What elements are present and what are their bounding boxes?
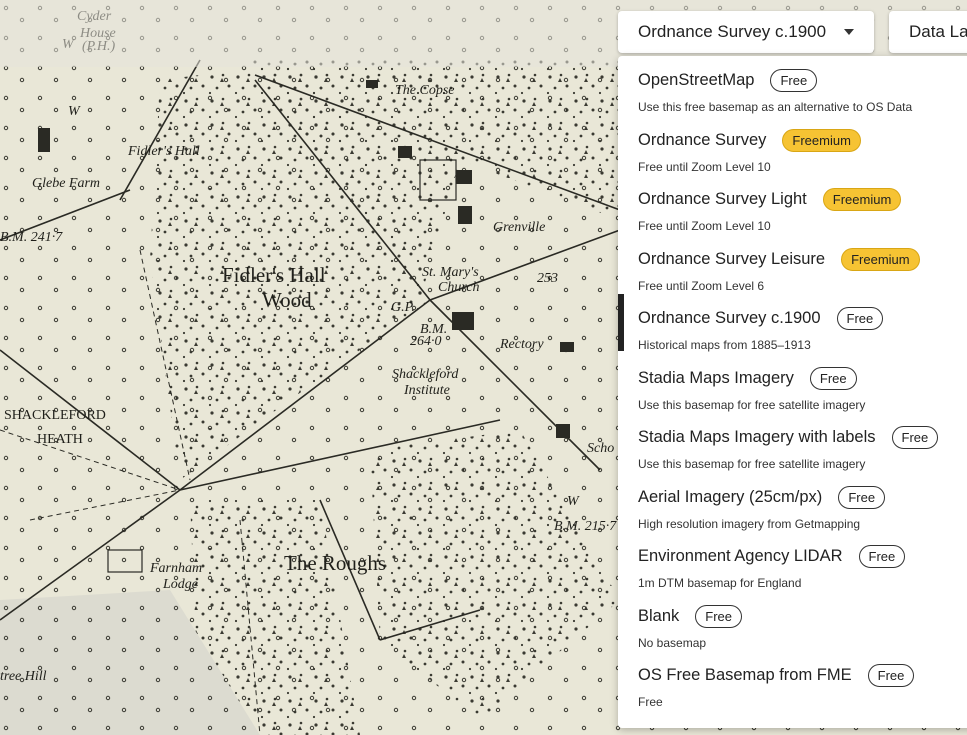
basemap-option-description: No basemap — [638, 635, 707, 650]
map-place-label: Rectory — [499, 337, 544, 352]
basemap-option-ordnance-survey-light[interactable]: Ordnance Survey Light Freemium Free until… — [618, 175, 967, 234]
basemap-option-title: Environment Agency LIDAR — [638, 547, 843, 565]
basemap-option-title: Ordnance Survey — [638, 130, 767, 149]
basemap-option-stadia-imagery[interactable]: Stadia Maps Imagery Free Use this basemap… — [618, 354, 967, 413]
basemap-selector-button[interactable]: Ordnance Survey c.1900 — [618, 11, 874, 53]
basemap-option-description: Historical maps from 1885–1913 — [638, 338, 811, 352]
map-place-label: HEATH — [37, 432, 83, 447]
map-place-label: B.M. 215·7 — [554, 519, 617, 534]
basemap-option-title: Aerial Imagery (25cm/px) — [638, 487, 823, 506]
basemap-option-title: Ordnance Survey c.1900 — [638, 309, 821, 327]
map-place-label: The Copse — [395, 83, 455, 98]
map-place-label: Fidler's Hall — [222, 263, 326, 287]
basemap-option-description: Use this free basemap as an alternative … — [638, 100, 913, 114]
basemap-option-description: Use this basemap for free satellite imag… — [638, 457, 866, 471]
map-place-label: B.M. 241·7 — [0, 230, 63, 245]
basemap-option-title: Ordnance Survey Light — [638, 190, 807, 208]
map-place-label: Shackleford — [392, 367, 459, 382]
map-place-label: Institute — [403, 383, 450, 398]
pricing-badge: Freemium — [822, 188, 902, 211]
basemap-selector-label: Ordnance Survey c.1900 — [638, 22, 827, 41]
pricing-badge: Free — [838, 485, 886, 509]
basemap-option-description: Free until Zoom Level 10 — [638, 159, 771, 174]
pricing-badge: Freemium — [841, 247, 920, 271]
basemap-option-os-free-fme[interactable]: OS Free Basemap from FME Free Free — [618, 651, 967, 710]
map-place-label: Farnham — [149, 561, 202, 576]
map-place-label: Scho — [587, 441, 614, 456]
map-place-label: Glebe Farm — [32, 176, 100, 191]
map-place-label: The Roughs — [284, 551, 386, 575]
map-place-label: 253 — [537, 271, 558, 286]
map-place-label: St. Mary's — [422, 265, 479, 280]
basemap-option-title: Stadia Maps Imagery — [638, 368, 794, 387]
pricing-badge: Free — [695, 604, 743, 628]
map-place-label: W — [68, 104, 81, 119]
basemap-option-description: Free until Zoom Level 6 — [638, 278, 765, 293]
basemap-option-title: Ordnance Survey Leisure — [638, 249, 826, 268]
pricing-badge: Free — [891, 426, 939, 449]
basemap-option-title: OS Free Basemap from FME — [638, 666, 852, 684]
basemap-option-description: Free — [638, 695, 663, 709]
map-place-label: W — [567, 494, 580, 509]
pricing-badge: Free — [867, 664, 915, 687]
basemap-option-stadia-imagery-labels[interactable]: Stadia Maps Imagery with labels Free Use … — [618, 413, 967, 472]
basemap-option-description: 1m DTM basemap for England — [638, 576, 802, 590]
basemap-option-description: Free until Zoom Level 10 — [638, 219, 771, 233]
chevron-down-icon — [844, 29, 854, 35]
basemap-option-aerial-imagery[interactable]: Aerial Imagery (25cm/px) Free High resolu… — [618, 473, 967, 532]
map-place-label: Lodge — [162, 577, 198, 592]
basemap-option-ordnance-survey-c1900[interactable]: Ordnance Survey c.1900 Free Historical ma… — [618, 294, 967, 353]
basemap-option-title: Stadia Maps Imagery with labels — [638, 428, 876, 446]
basemap-option-ordnance-survey-leisure[interactable]: Ordnance Survey Leisure Freemium Free unt… — [618, 235, 967, 294]
basemap-option-title: Blank — [638, 606, 680, 625]
map-place-label: 264·0 — [410, 334, 442, 349]
pricing-badge: Free — [809, 366, 857, 390]
pricing-badge: Free — [858, 545, 906, 568]
basemap-option-blank[interactable]: Blank Free No basemap — [618, 592, 967, 651]
map-place-label: Wood — [262, 288, 312, 312]
basemap-option-title: OpenStreetMap — [638, 71, 755, 89]
basemap-option-description: Use this basemap for free satellite imag… — [638, 397, 866, 412]
pricing-badge: Free — [770, 69, 818, 92]
pricing-badge: Free — [836, 307, 884, 330]
basemap-dropdown-menu: OpenStreetMap Free Use this free basemap … — [618, 56, 967, 728]
map-place-label: G.P. — [391, 300, 415, 315]
map-place-label: tree Hill — [0, 669, 47, 684]
map-place-label: Church — [438, 280, 479, 295]
map-place-label: SHACKLEFORD — [4, 408, 106, 423]
basemap-option-openstreetmap[interactable]: OpenStreetMap Free Use this free basemap … — [618, 56, 967, 115]
map-place-label: Fidler's Hall — [127, 144, 200, 159]
basemap-option-ordnance-survey[interactable]: Ordnance Survey Freemium Free until Zoom … — [618, 116, 967, 175]
data-layers-button[interactable]: Data Layers — [889, 11, 967, 53]
basemap-option-description: High resolution imagery from Getmapping — [638, 516, 861, 531]
basemap-option-ea-lidar[interactable]: Environment Agency LIDAR Free 1m DTM base… — [618, 532, 967, 591]
map-place-label: Grenville — [493, 220, 545, 235]
data-layers-label: Data Layers — [909, 22, 967, 41]
pricing-badge: Freemium — [782, 128, 861, 152]
